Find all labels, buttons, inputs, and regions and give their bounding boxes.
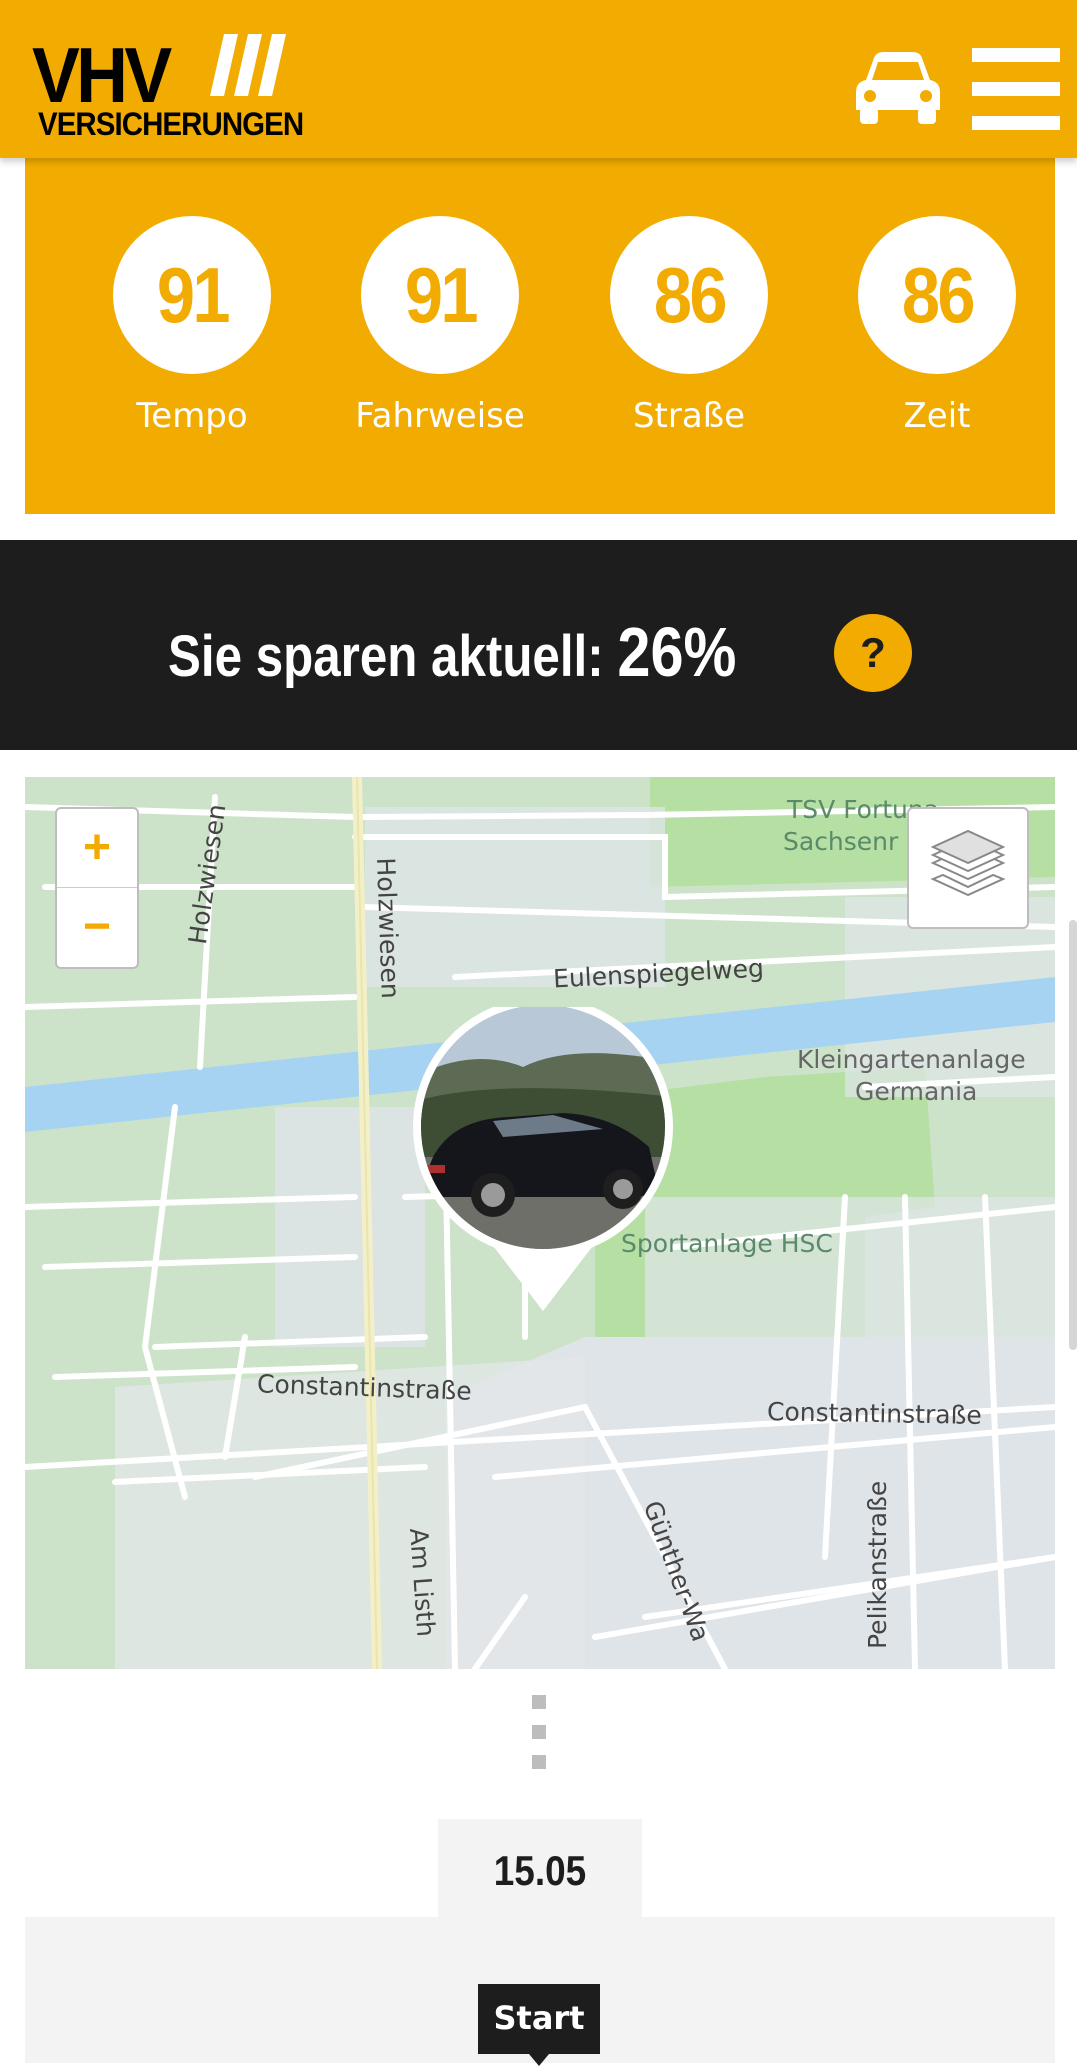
logo-sub-text: VERSICHERUNGEN (38, 106, 304, 142)
help-button[interactable]: ? (834, 614, 912, 692)
zoom-out-button[interactable]: − (57, 888, 137, 966)
map-label: Germania (855, 1077, 978, 1106)
map-label: Pelikanstraße (863, 1480, 892, 1649)
hamburger-menu-icon (972, 48, 1060, 62)
score-circle: 86 (858, 216, 1016, 374)
logo-slashes-icon (210, 34, 286, 96)
score-value: 86 (653, 250, 727, 339)
timeline-drag-handle[interactable] (532, 1695, 546, 1785)
hamburger-line (972, 116, 1060, 130)
layers-button[interactable] (907, 807, 1029, 929)
score-label: Straße (632, 396, 746, 436)
map-label: Sachsenr (783, 827, 899, 856)
savings-percent: 26% (617, 613, 737, 691)
zoom-control: + − (55, 807, 139, 969)
handle-dot (532, 1695, 546, 1709)
car-location-marker[interactable] (413, 1007, 673, 1347)
app-header: VHV VERSICHERUNGEN (0, 0, 1077, 158)
trip-map[interactable]: Holzwiesen Holzwiesen TSV Fortuna Sachse… (25, 777, 1055, 1669)
score-circle: 91 (113, 216, 271, 374)
score-label: Zeit (903, 396, 971, 436)
car-photo-pin (413, 1007, 673, 1311)
vhv-logo[interactable]: VHV VERSICHERUNGEN (32, 31, 352, 144)
score-circle: 91 (361, 216, 519, 374)
hamburger-line (972, 82, 1060, 96)
trip-date: 15.05 (493, 1847, 587, 1894)
car-icon (856, 52, 940, 124)
zoom-in-button[interactable]: + (57, 809, 137, 888)
score-fahrweise[interactable]: 91 Fahrweise (355, 216, 525, 436)
score-zeit[interactable]: 86 Zeit (852, 216, 1022, 436)
handle-dot (532, 1755, 546, 1769)
map-label: Constantinstraße (766, 1397, 982, 1430)
scrollbar[interactable] (1069, 920, 1077, 1350)
handle-dot (532, 1725, 546, 1739)
layers-icon (930, 829, 1006, 897)
trip-date-tab[interactable]: 15.05 (438, 1819, 642, 1919)
map-label: Kleingartenanlage (797, 1045, 1026, 1074)
score-label: Fahrweise (355, 396, 525, 436)
menu-button[interactable] (972, 48, 1060, 130)
score-circle: 86 (610, 216, 768, 374)
savings-banner: Sie sparen aktuell: 26% ? (0, 540, 1077, 750)
score-label: Tempo (136, 396, 248, 436)
map-label: Holzwiesen (371, 857, 405, 1000)
start-marker-label[interactable]: Start (478, 1984, 600, 2066)
score-value: 91 (156, 250, 230, 339)
savings-text: Sie sparen aktuell: 26% (168, 612, 736, 692)
score-tempo[interactable]: 91 Tempo (107, 216, 277, 436)
car-button[interactable] (852, 48, 944, 128)
score-value: 86 (901, 250, 975, 339)
score-panel: 91 Tempo 91 Fahrweise 86 Straße 86 Zeit (25, 158, 1055, 514)
savings-label: Sie sparen aktuell: (168, 624, 604, 689)
score-value: 91 (404, 250, 478, 339)
score-strasse[interactable]: 86 Straße (604, 216, 774, 436)
